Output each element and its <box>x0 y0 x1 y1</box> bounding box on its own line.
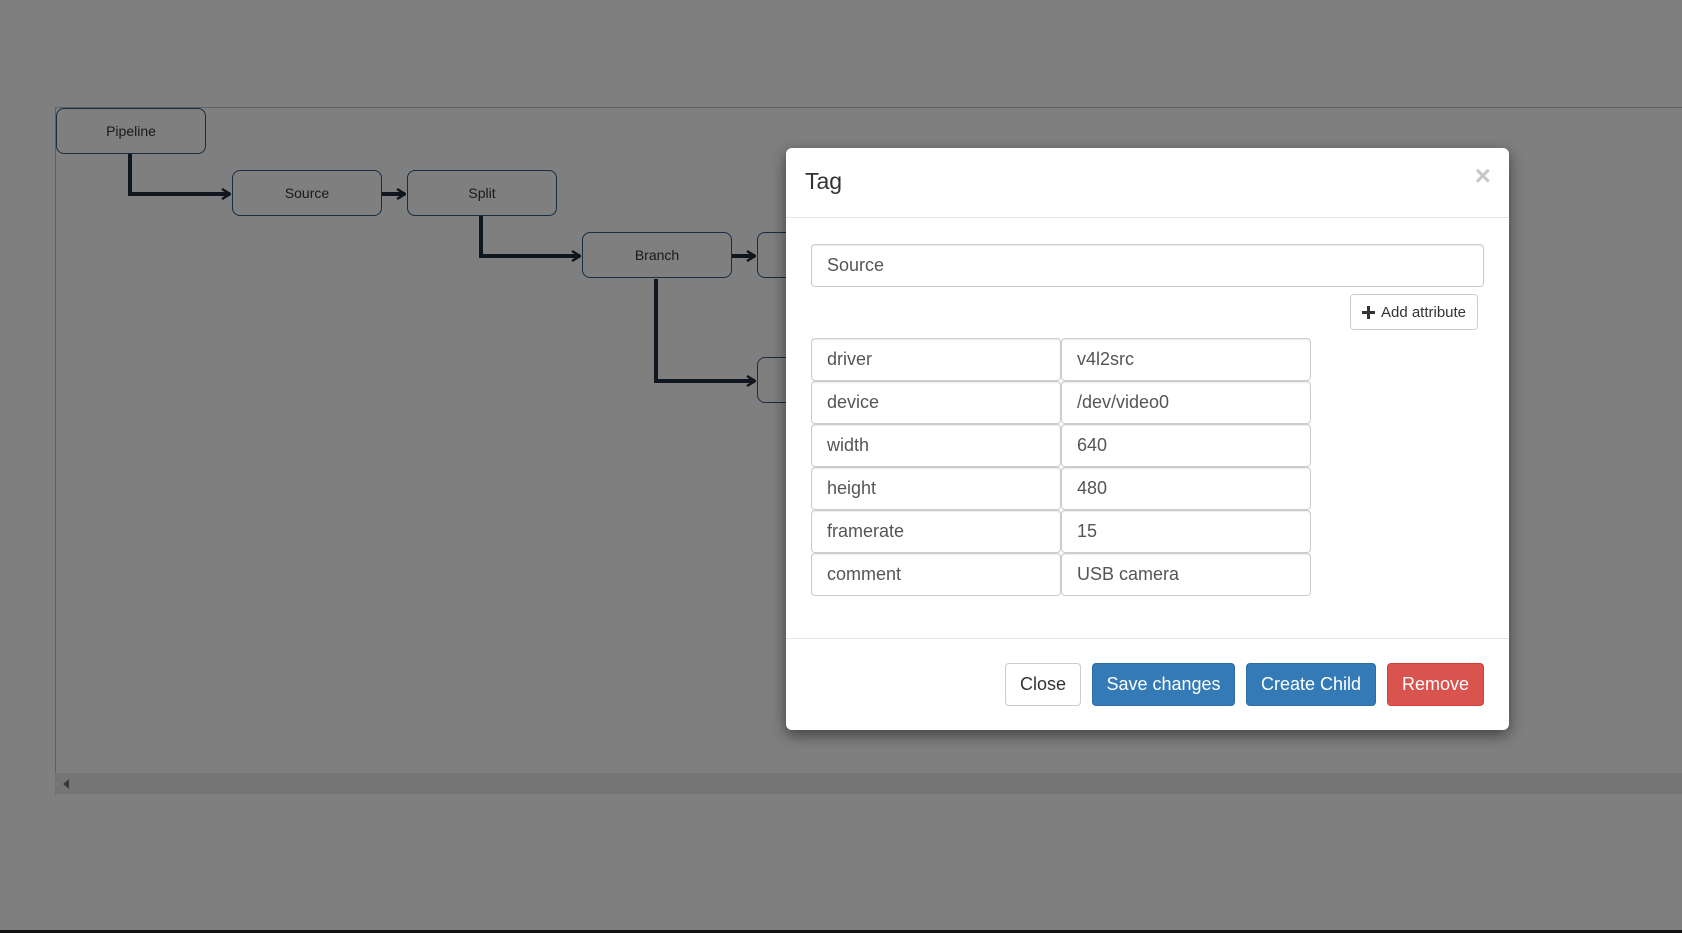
tag-modal: Tag × Add attribute <box>786 148 1509 730</box>
modal-header: Tag × <box>786 148 1509 218</box>
attribute-key-input[interactable] <box>811 424 1061 467</box>
attribute-value-input[interactable] <box>1061 381 1311 424</box>
modal-title: Tag <box>805 168 843 194</box>
attribute-row <box>811 510 1311 553</box>
attribute-row <box>811 467 1311 510</box>
tag-name-input[interactable] <box>811 244 1484 287</box>
attribute-key-input[interactable] <box>811 467 1061 510</box>
attribute-key-input[interactable] <box>811 553 1061 596</box>
save-changes-button[interactable]: Save changes <box>1092 663 1235 706</box>
add-attribute-button[interactable]: Add attribute <box>1350 294 1478 330</box>
attribute-list <box>811 338 1311 596</box>
close-button[interactable]: Close <box>1005 663 1081 706</box>
attribute-row <box>811 553 1311 596</box>
attribute-value-input[interactable] <box>1061 467 1311 510</box>
attribute-value-input[interactable] <box>1061 510 1311 553</box>
create-child-button[interactable]: Create Child <box>1246 663 1376 706</box>
add-attribute-label: Add attribute <box>1380 303 1467 321</box>
attribute-row <box>811 381 1311 424</box>
plus-icon <box>1361 305 1375 319</box>
attribute-key-input[interactable] <box>811 381 1061 424</box>
attribute-row <box>811 338 1311 381</box>
attribute-value-input[interactable] <box>1061 338 1311 381</box>
remove-button[interactable]: Remove <box>1387 663 1484 706</box>
attribute-value-input[interactable] <box>1061 424 1311 467</box>
attribute-value-input[interactable] <box>1061 553 1311 596</box>
modal-footer: Close Save changes Create Child Remove <box>786 638 1509 730</box>
attribute-key-input[interactable] <box>811 338 1061 381</box>
attribute-key-input[interactable] <box>811 510 1061 553</box>
attribute-row <box>811 424 1311 467</box>
modal-body: Add attribute <box>786 218 1509 638</box>
close-icon[interactable]: × <box>1475 162 1491 190</box>
